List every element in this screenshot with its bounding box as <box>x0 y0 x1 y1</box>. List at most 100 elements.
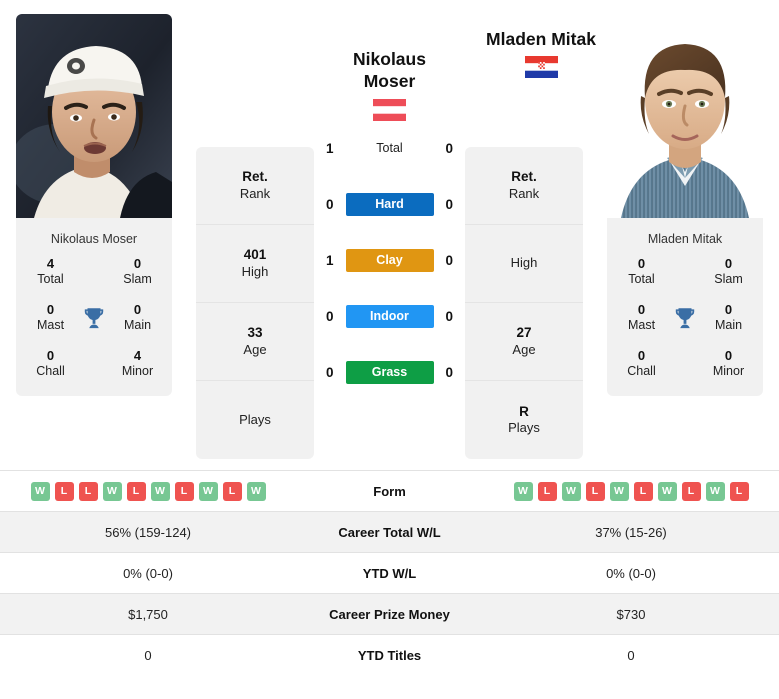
right-titles-chall: 0 Chall <box>615 348 668 380</box>
table-row-form: WLLWLWLWLW Form WLWLWLWLWL <box>0 470 779 512</box>
left-titles-chall-label: Chall <box>36 364 65 378</box>
win-badge: W <box>561 481 581 501</box>
label-ytd-wl: YTD W/L <box>362 565 417 581</box>
right-player-column: Mladen Mitak 0 Total 0 Slam 0 Mast 0 Mai… <box>607 14 763 396</box>
win-badge: W <box>246 481 266 501</box>
loss-badge: L <box>633 481 653 501</box>
left-info-plays: Plays <box>196 381 314 459</box>
loss-badge: L <box>78 481 98 501</box>
right-player-photo <box>607 14 763 218</box>
table-row-ytd-wl: 0% (0-0) YTD W/L 0% (0-0) <box>0 552 779 594</box>
left-titles-mast-label: Mast <box>36 318 65 333</box>
win-badge: W <box>102 481 122 501</box>
label-career-prize-money: Career Prize Money <box>329 606 450 622</box>
surface-label-hard: Hard <box>345 193 434 217</box>
right-surface-hard-count: 0 <box>445 197 453 213</box>
right-info-rank-value: Ret. <box>511 169 537 185</box>
left-career-total-wl: 56% (159-124) <box>105 524 191 540</box>
right-titles-mast: 0 Mast <box>615 302 668 334</box>
flag-austria-icon <box>373 98 406 121</box>
right-titles-grid: 0 Total 0 Slam 0 Mast 0 Main 0 Chall 0 M… <box>615 256 755 380</box>
flag-croatia-icon <box>524 56 558 79</box>
trophy-icon <box>668 305 702 331</box>
right-career-prize-money: $730 <box>616 606 646 622</box>
right-info-age: 27 Age <box>465 303 583 381</box>
loss-badge: L <box>126 481 146 501</box>
right-player-photo-image <box>607 14 763 218</box>
right-info-plays-value: R <box>519 403 529 419</box>
win-badge: W <box>657 481 677 501</box>
left-titles-grid: 4 Total 0 Slam 0 Mast 0 Main 0 Chall 4 M… <box>24 256 164 380</box>
surface-row-grass: 0 Grass 0 <box>314 345 465 401</box>
right-titles-total-value: 0 <box>637 256 646 271</box>
table-row-career-prize-money: $1,750 Career Prize Money $730 <box>0 593 779 635</box>
left-titles-total-label: Total <box>37 272 64 287</box>
left-titles-total-value: 4 <box>46 256 55 271</box>
right-info-rank-label: Rank <box>508 185 540 201</box>
left-player-photo <box>16 14 172 218</box>
left-info-age: 33 Age <box>196 303 314 381</box>
left-titles-total: 4 Total <box>24 256 77 288</box>
right-form-badges: WLWLWLWLWL <box>491 481 771 501</box>
surface-label-grass: Grass <box>345 361 434 385</box>
left-titles-slam-label: Slam <box>123 272 152 287</box>
right-info-plays-label: Plays <box>508 420 540 436</box>
right-titles-main: 0 Main <box>702 302 755 334</box>
label-career-total-wl: Career Total W/L <box>338 524 441 540</box>
right-titles-card: Mladen Mitak 0 Total 0 Slam 0 Mast 0 Mai… <box>607 218 763 396</box>
loss-badge: L <box>585 481 605 501</box>
left-titles-main-label: Main <box>123 318 152 333</box>
left-titles-chall: 0 Chall <box>24 348 77 380</box>
left-titles-minor-value: 4 <box>133 347 142 363</box>
surface-row-total: 1 Total 0 <box>314 121 465 177</box>
left-player-name-line1: Nikolaus <box>353 49 426 69</box>
left-titles-main-value: 0 <box>133 301 142 317</box>
left-form-cell: WLLWLWLWLW <box>0 471 296 512</box>
left-player-name-line2: Moser <box>363 71 416 92</box>
left-info-age-label: Age <box>243 341 267 357</box>
right-ytd-titles: 0 <box>627 647 635 663</box>
win-badge: W <box>609 481 629 501</box>
right-info-high: High <box>465 225 583 303</box>
left-info-high-label: High <box>241 263 269 279</box>
left-titles-minor: 4 Minor <box>111 348 164 380</box>
left-titles-minor-label: Minor <box>121 364 154 378</box>
left-info-high: 401 High <box>196 225 314 303</box>
right-titles-main-label: Main <box>714 318 743 333</box>
left-titles-slam: 0 Slam <box>111 256 164 288</box>
win-badge: W <box>30 481 50 501</box>
left-info-rank: Ret. Rank <box>196 147 314 225</box>
loss-badge: L <box>222 481 242 501</box>
trophy-icon-glyph <box>84 308 104 328</box>
right-titles-slam-label: Slam <box>714 272 743 287</box>
right-info-plays: R Plays <box>465 381 583 459</box>
right-card-player-name: Mladen Mitak <box>647 232 723 246</box>
left-ytd-titles: 0 <box>144 647 152 663</box>
win-badge: W <box>150 481 170 501</box>
left-ytd-wl: 0% (0-0) <box>123 565 173 581</box>
left-info-age-value: 33 <box>247 325 263 341</box>
left-surface-grass-count: 0 <box>325 365 334 381</box>
win-badge: W <box>198 481 218 501</box>
comparison-table: WLLWLWLWLW Form WLWLWLWLWL 56% (159-124)… <box>0 470 779 676</box>
left-flag-wrap <box>314 98 465 121</box>
surface-row-hard: 0 Hard 0 <box>314 177 465 233</box>
right-surface-clay-count: 0 <box>445 253 453 269</box>
left-info-high-value: 401 <box>243 247 267 263</box>
right-titles-slam-value: 0 <box>724 256 733 271</box>
right-info-high-label: High <box>510 255 538 271</box>
right-player-name-line1: Mladen Mitak <box>486 29 596 49</box>
left-surface-indoor-count: 0 <box>325 309 334 325</box>
right-titles-main-value: 0 <box>724 301 733 317</box>
left-player-photo-image <box>16 14 172 218</box>
left-info-rank-label: Rank <box>239 185 271 201</box>
right-surface-indoor-count: 0 <box>445 309 453 325</box>
surface-label-clay: Clay <box>345 249 434 273</box>
right-info-age-value: 27 <box>516 325 532 341</box>
loss-badge: L <box>681 481 701 501</box>
left-surface-total-count: 1 <box>325 141 334 157</box>
loss-badge: L <box>54 481 74 501</box>
left-titles-chall-value: 0 <box>46 347 55 363</box>
left-career-prize-money: $1,750 <box>128 606 168 622</box>
left-player-column: Nikolaus Moser 4 Total 0 Slam 0 Mast 0 M… <box>16 14 172 396</box>
